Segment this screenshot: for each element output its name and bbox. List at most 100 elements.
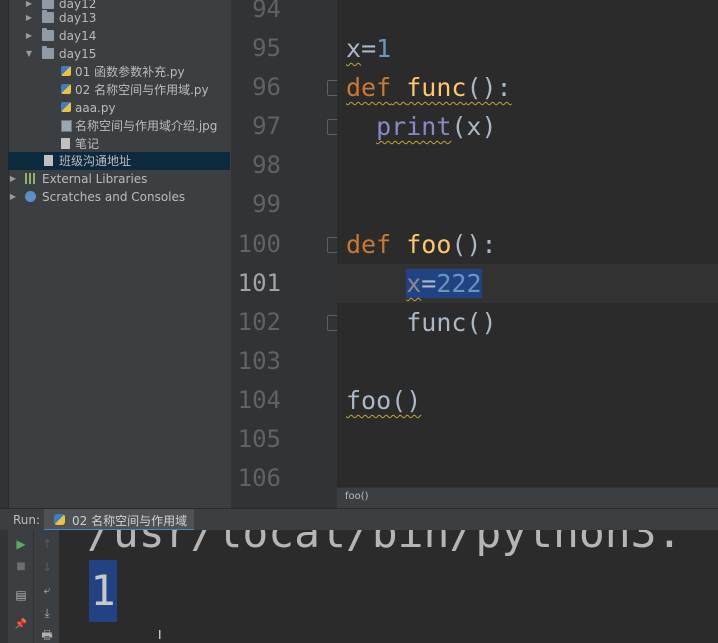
stop-icon[interactable]: ■ xyxy=(13,559,29,575)
code-line-104: foo() xyxy=(346,381,421,420)
run-label: Run: xyxy=(13,513,41,527)
tree-item-label: Scratches and Consoles xyxy=(42,190,186,204)
code-line-101: x=222 xyxy=(346,264,482,303)
scroll-to-end-icon[interactable]: ⤓ xyxy=(39,605,55,621)
tree-item-label: 名称空间与作用域介绍.jpg xyxy=(75,119,218,133)
folder-icon xyxy=(42,0,54,9)
tree-item-file-01[interactable]: 01 函数参数补充.py xyxy=(8,63,230,81)
tree-item-jpg[interactable]: 名称空间与作用域介绍.jpg xyxy=(8,117,230,135)
code-token: x xyxy=(406,269,422,298)
run-tool-window-header: Run: 02 名称空间与作用域 × xyxy=(0,508,718,531)
breadcrumb-item[interactable]: foo() xyxy=(345,491,369,502)
collapse-arrow-icon[interactable]: ▼ xyxy=(24,45,34,63)
code-line-100: def foo(): xyxy=(346,225,497,264)
line-number: 98 xyxy=(252,151,281,179)
code-token: func xyxy=(406,73,467,102)
tree-item-label: day15 xyxy=(59,47,97,61)
line-number: 99 xyxy=(252,190,281,218)
tree-item-aaa[interactable]: aaa.py xyxy=(8,99,230,117)
tree-item-label: 班级沟通地址 xyxy=(59,154,132,168)
folder-icon xyxy=(42,10,54,23)
run-tab-label: 02 名称空间与作用域 xyxy=(72,514,188,528)
tree-item-file-02[interactable]: 02 名称空间与作用域.py xyxy=(8,81,230,99)
code-line-96: def func(): xyxy=(346,68,512,107)
editor-gutter[interactable]: 94 95 96 97 98 99 100 101 102 103 104 10… xyxy=(231,0,361,492)
soft-wrap-icon[interactable]: ⤶ xyxy=(39,582,55,598)
rerun-icon[interactable]: ▶ xyxy=(13,536,29,552)
console-output: 1 xyxy=(89,560,117,622)
text-cursor-icon: I xyxy=(158,628,162,642)
folder-icon xyxy=(42,46,54,59)
text-file-icon xyxy=(44,155,53,166)
tree-item-label: 01 函数参数补充.py xyxy=(75,65,185,79)
tree-item-external-libraries[interactable]: ▶ External Libraries xyxy=(8,170,230,188)
expand-arrow-icon[interactable]: ▶ xyxy=(24,9,34,27)
code-editor[interactable]: x=1 def func(): print(x) def foo(): x=22… xyxy=(337,0,718,487)
python-file-icon xyxy=(54,514,65,525)
breadcrumb-gutter xyxy=(231,487,337,508)
tree-item-label: 02 名称空间与作用域.py xyxy=(75,83,209,97)
line-number: 100 xyxy=(237,230,281,258)
code-token: (x) xyxy=(451,112,497,141)
tree-item-label: day14 xyxy=(59,29,97,43)
expand-arrow-icon[interactable]: ▶ xyxy=(24,27,34,45)
code-token: func() xyxy=(406,308,497,337)
image-file-icon xyxy=(61,120,72,132)
library-icon xyxy=(25,173,37,184)
code-token: (): xyxy=(451,230,497,259)
line-number: 94 xyxy=(252,0,281,23)
code-token: x xyxy=(346,34,362,63)
line-number: 103 xyxy=(237,347,281,375)
tree-item-label: External Libraries xyxy=(42,172,148,186)
tree-item-day13[interactable]: ▶ day13 xyxy=(8,9,230,27)
line-number: 102 xyxy=(237,308,281,336)
tree-item-class-address[interactable]: 班级沟通地址 xyxy=(8,152,230,170)
folder-icon xyxy=(42,28,54,41)
python-file-icon xyxy=(61,66,71,76)
tree-item-label: 笔记 xyxy=(75,137,100,151)
tree-item-label: day13 xyxy=(59,11,97,25)
run-console[interactable]: /usr/local/bin/python3. 1 xyxy=(59,530,718,643)
restore-layout-icon[interactable]: ▤ xyxy=(13,587,29,603)
print-icon[interactable]: 🖶 xyxy=(39,627,55,643)
run-side-strip xyxy=(0,530,8,643)
tree-item-scratches[interactable]: ▶ Scratches and Consoles xyxy=(8,188,230,206)
code-token: 222 xyxy=(436,269,482,298)
code-token: foo xyxy=(406,230,452,259)
up-arrow-icon[interactable]: ↑ xyxy=(39,536,55,552)
line-number: 95 xyxy=(252,34,281,62)
tree-item-day14[interactable]: ▶ day14 xyxy=(8,27,230,45)
code-token: foo() xyxy=(346,386,422,415)
code-token: 1 xyxy=(376,34,392,63)
code-token: = xyxy=(361,34,377,63)
line-number: 105 xyxy=(237,425,281,453)
line-number: 104 xyxy=(237,386,281,414)
python-file-icon xyxy=(61,102,71,112)
text-file-icon xyxy=(61,138,70,149)
run-tab[interactable]: 02 名称空间与作用域 × xyxy=(44,509,194,531)
code-token: print xyxy=(376,112,452,141)
scratches-icon xyxy=(25,191,36,202)
line-number: 97 xyxy=(252,112,281,140)
tree-item-notes[interactable]: 笔记 xyxy=(8,135,230,153)
run-toolbar-primary: ▶ ■ ▤ 📌 xyxy=(8,530,33,643)
line-number-current: 101 xyxy=(237,269,281,297)
code-line-102: func() xyxy=(346,303,497,342)
pin-tab-icon[interactable]: 📌 xyxy=(13,617,29,633)
close-icon[interactable]: × xyxy=(179,513,187,524)
code-token: = xyxy=(421,269,437,298)
breadcrumb[interactable]: foo() xyxy=(337,487,718,509)
line-number: 96 xyxy=(252,73,281,101)
tree-item-label: aaa.py xyxy=(75,101,116,115)
code-line-97: print(x) xyxy=(346,107,497,146)
tree-item-day15[interactable]: ▼ day15 xyxy=(8,45,230,63)
python-file-icon xyxy=(61,84,71,94)
project-tool-window: ▶ day12 ▶ day13 ▶ day14 ▼ day15 01 函数参数补… xyxy=(0,0,231,508)
expand-arrow-icon[interactable]: ▶ xyxy=(8,170,18,188)
console-command-line: /usr/local/bin/python3. xyxy=(87,530,683,558)
code-token: def xyxy=(346,73,392,102)
down-arrow-icon[interactable]: ↓ xyxy=(39,559,55,575)
code-line-95: x=1 xyxy=(346,29,391,68)
expand-arrow-icon[interactable]: ▶ xyxy=(8,188,18,206)
code-token: def xyxy=(346,230,392,259)
